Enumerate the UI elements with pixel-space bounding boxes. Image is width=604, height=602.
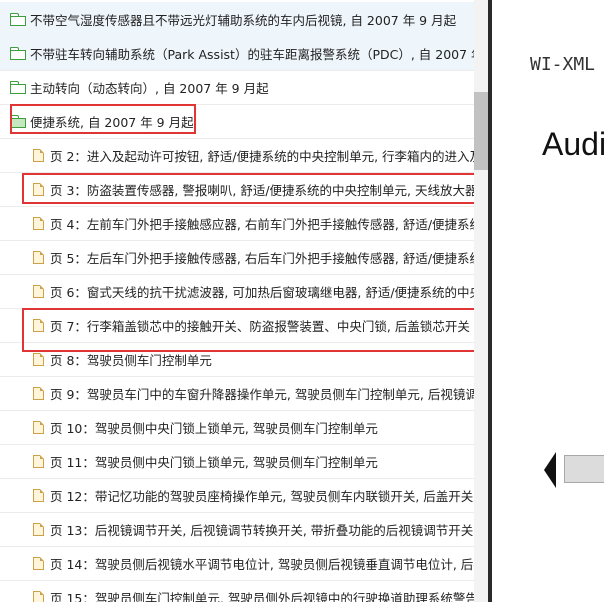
page-icon bbox=[33, 556, 44, 570]
tree-page-row[interactable]: 页 6：窗式天线的抗干扰滤波器, 可加热后窗玻璃继电器, 舒适/便捷系统的中央控… bbox=[0, 274, 476, 309]
tree-page-row[interactable]: 页 14：驾驶员侧后视镜水平调节电位计, 驾驶员侧后视镜垂直调节电位计, 后视镜… bbox=[0, 546, 476, 581]
tree-page-label: 页 9：驾驶员车门中的车窗升降器操作单元, 驾驶员侧车门控制单元, 后视镜调节开… bbox=[50, 386, 476, 402]
document-tree: 不带空气湿度传感器且不带远光灯辅助系统的车内后视镜, 自 2007 年 9 月起… bbox=[0, 0, 476, 602]
tree-folder-label: 不带空气湿度传感器且不带远光灯辅助系统的车内后视镜, 自 2007 年 9 月起 bbox=[30, 12, 457, 28]
tree-page-label: 页 5：左后车门外把手接触传感器, 右后车门外把手接触传感器, 舒适/便捷系统的… bbox=[50, 250, 476, 266]
page-icon bbox=[33, 454, 44, 468]
page-icon bbox=[33, 148, 44, 162]
tree-page-row[interactable]: 页 15：驾驶员侧车门控制单元, 驾驶员侧外后视镜中的行驶换道助理系统警告灯 bbox=[0, 580, 476, 602]
scrollbar-thumb[interactable] bbox=[474, 92, 488, 170]
tree-folder-row[interactable]: 不带空气湿度传感器且不带远光灯辅助系统的车内后视镜, 自 2007 年 9 月起 bbox=[0, 2, 476, 37]
page-icon bbox=[33, 216, 44, 230]
page-icon bbox=[33, 386, 44, 400]
tree-folder-row[interactable]: 不带驻车转向辅助系统（Park Assist）的驻车距离报警系统（PDC）, 自… bbox=[0, 36, 476, 71]
folder-icon bbox=[10, 81, 26, 94]
tree-page-label: 页 10：驾驶员侧中央门锁上锁单元, 驾驶员侧车门控制单元 bbox=[50, 420, 378, 436]
folder-icon bbox=[10, 47, 26, 60]
page-icon bbox=[33, 318, 44, 332]
tree-page-label: 页 8：驾驶员侧车门控制单元 bbox=[50, 352, 212, 368]
tree-page-row[interactable]: 页 3：防盗装置传感器, 警报喇叭, 舒适/便捷系统的中央控制单元, 天线放大器 bbox=[0, 172, 476, 207]
collapse-arrow-icon[interactable] bbox=[544, 452, 556, 488]
tree-page-row[interactable]: 页 13：后视镜调节开关, 后视镜调节转换开关, 带折叠功能的后视镜调节开关 bbox=[0, 512, 476, 547]
collapse-handle[interactable] bbox=[564, 455, 604, 483]
document-viewer: WI-XML Audi bbox=[492, 0, 604, 602]
viewer-title-text: Audi bbox=[542, 126, 604, 162]
page-icon bbox=[33, 522, 44, 536]
page-icon bbox=[33, 284, 44, 298]
tree-page-row[interactable]: 页 8：驾驶员侧车门控制单元 bbox=[0, 342, 476, 377]
tree-folder-label: 主动转向（动态转向）, 自 2007 年 9 月起 bbox=[30, 80, 269, 96]
tree-page-row[interactable]: 页 10：驾驶员侧中央门锁上锁单元, 驾驶员侧车门控制单元 bbox=[0, 410, 476, 445]
tree-page-row[interactable]: 页 7：行李箱盖锁芯中的接触开关、防盗报警装置、中央门锁, 后盖锁芯开关 bbox=[0, 308, 476, 343]
tree-page-label: 页 14：驾驶员侧后视镜水平调节电位计, 驾驶员侧后视镜垂直调节电位计, 后视镜… bbox=[50, 556, 476, 572]
page-icon bbox=[33, 488, 44, 502]
page-icon bbox=[33, 420, 44, 434]
page-icon bbox=[33, 182, 44, 196]
tree-page-row[interactable]: 页 11：驾驶员侧中央门锁上锁单元, 驾驶员侧车门控制单元 bbox=[0, 444, 476, 479]
folder-icon bbox=[10, 13, 26, 26]
viewer-header-text: WI-XML bbox=[530, 54, 596, 75]
tree-page-label: 页 7：行李箱盖锁芯中的接触开关、防盗报警装置、中央门锁, 后盖锁芯开关 bbox=[50, 318, 470, 334]
tree-page-label: 页 12：带记忆功能的驾驶员座椅操作单元, 驾驶员侧车内联锁开关, 后盖开关 bbox=[50, 488, 474, 504]
page-icon bbox=[33, 352, 44, 366]
tree-page-label: 页 15：驾驶员侧车门控制单元, 驾驶员侧外后视镜中的行驶换道助理系统警告灯 bbox=[50, 590, 476, 602]
tree-page-label: 页 4：左前车门外把手接触感应器, 右前车门外把手接触传感器, 舒适/便捷系统的… bbox=[50, 216, 476, 232]
tree-page-row[interactable]: 页 9：驾驶员车门中的车窗升降器操作单元, 驾驶员侧车门控制单元, 后视镜调节开… bbox=[0, 376, 476, 411]
page-icon bbox=[33, 590, 44, 602]
tree-page-label: 页 6：窗式天线的抗干扰滤波器, 可加热后窗玻璃继电器, 舒适/便捷系统的中央控… bbox=[50, 284, 476, 300]
tree-page-row[interactable]: 页 4：左前车门外把手接触感应器, 右前车门外把手接触传感器, 舒适/便捷系统的… bbox=[0, 206, 476, 241]
tree-page-row[interactable]: 页 2：进入及起动许可按钮, 舒适/便捷系统的中央控制单元, 行李箱内的进入及起… bbox=[0, 138, 476, 173]
tree-page-row[interactable]: 页 12：带记忆功能的驾驶员座椅操作单元, 驾驶员侧车内联锁开关, 后盖开关 bbox=[0, 478, 476, 513]
tree-folder-row[interactable]: 主动转向（动态转向）, 自 2007 年 9 月起 bbox=[0, 70, 476, 105]
tree-folder-label: 便捷系统, 自 2007 年 9 月起 bbox=[30, 114, 194, 130]
open-folder-icon bbox=[10, 115, 26, 128]
tree-folder-label: 不带驻车转向辅助系统（Park Assist）的驻车距离报警系统（PDC）, 自… bbox=[30, 46, 476, 62]
tree-page-label: 页 11：驾驶员侧中央门锁上锁单元, 驾驶员侧车门控制单元 bbox=[50, 454, 378, 470]
tree-page-label: 页 3：防盗装置传感器, 警报喇叭, 舒适/便捷系统的中央控制单元, 天线放大器 bbox=[50, 182, 476, 198]
tree-page-row[interactable]: 页 5：左后车门外把手接触传感器, 右后车门外把手接触传感器, 舒适/便捷系统的… bbox=[0, 240, 476, 275]
tree-folder-row-expanded[interactable]: 便捷系统, 自 2007 年 9 月起 bbox=[0, 104, 476, 139]
page-icon bbox=[33, 250, 44, 264]
tree-scrollbar[interactable] bbox=[474, 0, 488, 602]
tree-page-label: 页 13：后视镜调节开关, 后视镜调节转换开关, 带折叠功能的后视镜调节开关 bbox=[50, 522, 474, 538]
tree-page-label: 页 2：进入及起动许可按钮, 舒适/便捷系统的中央控制单元, 行李箱内的进入及起… bbox=[50, 148, 476, 164]
